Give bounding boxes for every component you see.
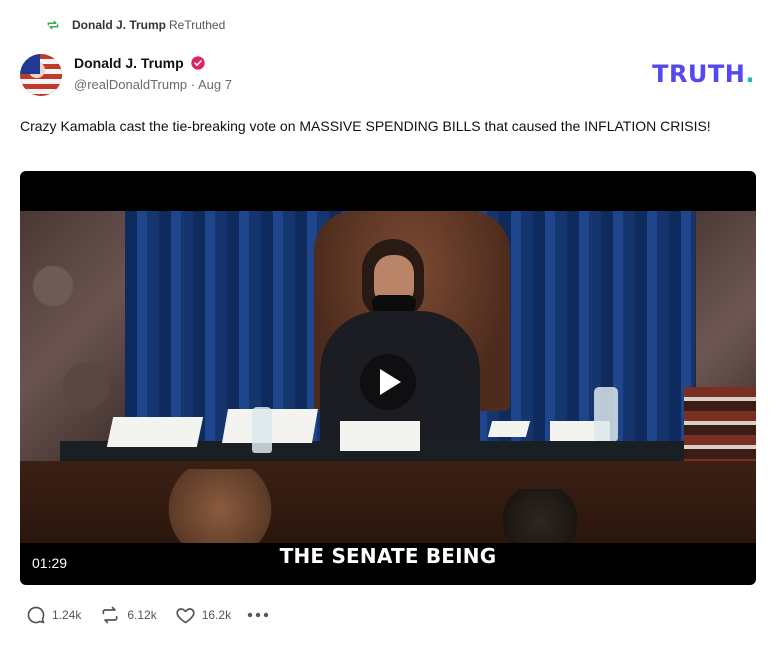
paper bbox=[106, 417, 204, 447]
audience-head bbox=[160, 469, 280, 543]
video-duration: 01:29 bbox=[32, 555, 68, 571]
video-caption: THE SENATE BEING bbox=[20, 544, 756, 568]
audience-head bbox=[500, 489, 580, 543]
verified-badge-icon bbox=[190, 55, 206, 71]
retruth-author-name[interactable]: Donald J. Trump bbox=[72, 18, 166, 32]
truth-logo: TRUTH. bbox=[652, 60, 755, 88]
author-handle-and-date[interactable]: @realDonaldTrump · Aug 7 bbox=[74, 77, 232, 92]
avatar[interactable] bbox=[20, 54, 62, 96]
heart-icon bbox=[175, 605, 196, 625]
reply-button[interactable]: 1.24k bbox=[26, 605, 81, 625]
brand-dot: . bbox=[745, 60, 755, 88]
more-dots-icon bbox=[247, 608, 269, 622]
post-actions: 1.24k 6.12k 16.2k bbox=[26, 605, 269, 625]
retruth-count: 6.12k bbox=[127, 608, 157, 622]
reply-count: 1.24k bbox=[52, 608, 82, 622]
like-button[interactable]: 16.2k bbox=[175, 605, 231, 625]
retruth-label: ReTruthed bbox=[169, 18, 226, 32]
desk bbox=[20, 461, 756, 543]
retruth-icon bbox=[99, 605, 121, 625]
retruth-icon bbox=[46, 18, 60, 32]
water-bottle bbox=[252, 407, 272, 453]
post-text: Crazy Kamabla cast the tie-breaking vote… bbox=[20, 118, 711, 134]
book-stack bbox=[684, 387, 756, 465]
video-player[interactable]: THE SENATE BEING 01:29 bbox=[20, 171, 756, 585]
like-count: 16.2k bbox=[201, 608, 232, 622]
paper bbox=[340, 421, 420, 451]
retruth-banner: Donald J. Trump ReTruthed bbox=[46, 18, 225, 32]
more-options-button[interactable] bbox=[247, 608, 269, 622]
brand-text: TRUTH bbox=[652, 60, 746, 88]
post-author: Donald J. Trump @realDonaldTrump · Aug 7 bbox=[74, 55, 232, 92]
play-icon bbox=[373, 367, 403, 397]
retruth-button[interactable]: 6.12k bbox=[99, 605, 157, 625]
author-display-name[interactable]: Donald J. Trump bbox=[74, 55, 184, 71]
comment-icon bbox=[26, 605, 46, 625]
caption-text: THE SENATE BEING bbox=[279, 544, 497, 568]
sanitizer-bottle bbox=[594, 387, 618, 441]
paper bbox=[487, 421, 531, 437]
author-meta: @realDonaldTrump · Aug 7 bbox=[74, 77, 232, 92]
play-button[interactable] bbox=[360, 354, 416, 410]
